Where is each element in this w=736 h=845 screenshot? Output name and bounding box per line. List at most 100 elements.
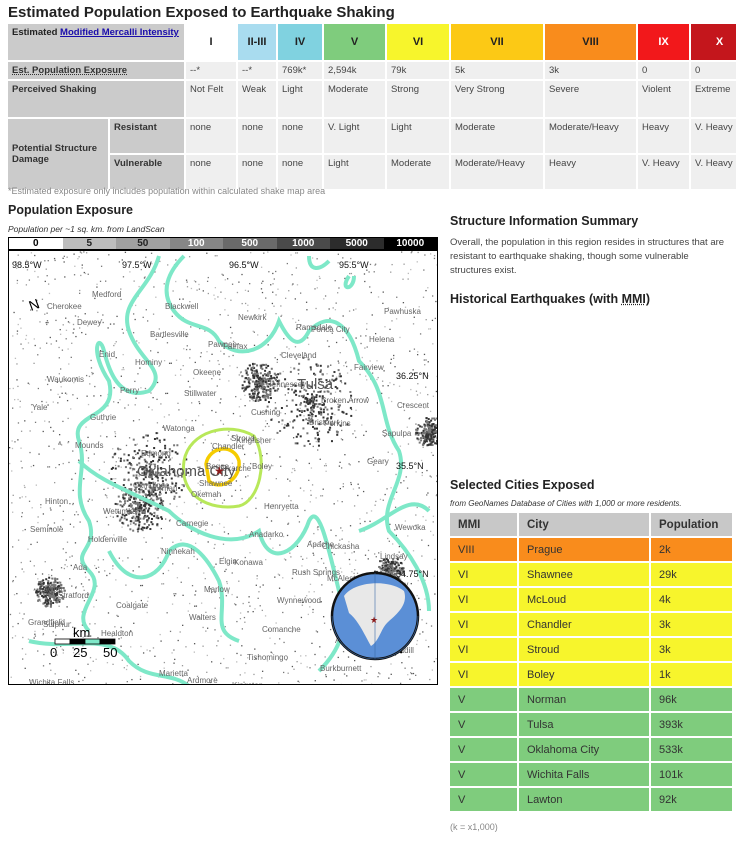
- city-city: Prague: [519, 538, 649, 561]
- selected-cities-heading: Selected Cities Exposed: [450, 478, 595, 492]
- map-city-label: Lawton: [39, 585, 65, 594]
- mmi-header-label: Estimated Modified Mercalli Intensity: [8, 24, 185, 60]
- map-city-label: Hinton: [45, 497, 68, 506]
- mmi-cell-resistant: Moderate: [451, 119, 544, 153]
- city-pop: 3k: [651, 638, 732, 661]
- cities-subtitle: from GeoNames Database of Cities with 1,…: [450, 499, 682, 508]
- mmi-cell-mmi: IX: [638, 24, 690, 60]
- map-city-label: Norman: [149, 484, 177, 493]
- legend-bin: 10000: [383, 238, 437, 249]
- map-city-label: Stillwater: [184, 389, 217, 398]
- map-city-label: Healdton: [101, 629, 133, 638]
- map-city-label: Mounds: [75, 441, 103, 450]
- city-pop: 1k: [651, 663, 732, 686]
- map-city-label: Boley: [252, 462, 272, 471]
- mmi-cell-shaking: Moderate: [324, 81, 386, 117]
- legend-bin: 5000: [330, 238, 384, 249]
- city-city: Tulsa: [519, 713, 649, 736]
- mmi-cell-vulnerable: Heavy: [545, 155, 637, 189]
- mmi-cell-exposure: 0: [691, 62, 736, 79]
- mmi-cell-exposure: --*: [238, 62, 277, 79]
- city-pop: 101k: [651, 763, 732, 786]
- map-city-label: Ada: [73, 563, 88, 572]
- map-city-label: Okeene: [193, 368, 222, 377]
- population-exposure-heading: Population Exposure: [8, 203, 134, 217]
- city-city: Lawton: [519, 788, 649, 811]
- map-city-label: Waukomis: [47, 375, 84, 384]
- mmi-cell-vulnerable: V. Heavy: [691, 155, 736, 189]
- mmi-cell-vulnerable: none: [278, 155, 323, 189]
- mmi-cell-exposure: --*: [186, 62, 237, 79]
- city-city: Boley: [519, 663, 649, 686]
- city-pop: 96k: [651, 688, 732, 711]
- latitude-label: 35.5°N: [396, 461, 424, 471]
- city-pop: 4k: [651, 588, 732, 611]
- map-city-label: Apache: [307, 540, 335, 549]
- map-city-label: Broken Arrow: [321, 396, 369, 405]
- page-title: Estimated Population Exposed to Earthqua…: [8, 4, 395, 21]
- map-city-label: Edmond: [141, 449, 171, 458]
- globe-inset: ★: [330, 571, 420, 661]
- legend-bin: 1000: [276, 238, 330, 249]
- mmi-cell-mmi: II-III: [238, 24, 277, 60]
- map-city-label: Ninnekah: [161, 547, 195, 556]
- city-pop: 393k: [651, 713, 732, 736]
- latitude-label: 34.75°N: [396, 569, 429, 579]
- city-mmi: V: [450, 738, 517, 761]
- col-header-mmi: MMI: [450, 513, 517, 536]
- mmi-cell-resistant: Light: [387, 119, 450, 153]
- mmi-cell-exposure: 2,594k: [324, 62, 386, 79]
- map-city-label: Henryetta: [264, 502, 299, 511]
- mmi-exposure-table: Estimated Modified Mercalli Intensity I II…: [6, 22, 736, 191]
- legend-bin: 0: [9, 238, 63, 249]
- mmi-cell-exposure: 769k*: [278, 62, 323, 79]
- map-city-label: Holdenville: [88, 535, 128, 544]
- city-city: Oklahoma City: [519, 738, 649, 761]
- north-arrow-icon: N: [27, 295, 42, 313]
- map-city-label: Shawnee: [199, 479, 233, 488]
- mmi-cell-resistant: V. Heavy: [691, 119, 736, 153]
- map-city-label: Konawa: [234, 558, 263, 567]
- city-row: V Oklahoma City 533k: [450, 738, 732, 761]
- legend-bin: 100: [169, 238, 223, 249]
- mmi-cell-resistant: none: [278, 119, 323, 153]
- mmi-cell-shaking: Not Felt: [186, 81, 237, 117]
- mmi-cell-mmi: V: [324, 24, 386, 60]
- mmi-cell-mmi: VIII: [545, 24, 637, 60]
- modified-mercalli-link[interactable]: Modified Mercalli Intensity: [60, 27, 179, 38]
- map-city-label: Perry: [120, 386, 139, 395]
- col-header-city: City: [519, 513, 649, 536]
- mmi-cell-exposure: 3k: [545, 62, 637, 79]
- mmi-cell-mmi: X: [691, 24, 736, 60]
- city-mmi: VI: [450, 638, 517, 661]
- map-city-label: Kingston: [232, 681, 263, 685]
- map-city-label: Fairview: [354, 363, 384, 372]
- scale-tick: 25: [73, 645, 87, 660]
- map-city-label: Grandfield: [28, 618, 65, 627]
- mmi-cell-vulnerable: V. Heavy: [638, 155, 690, 189]
- mmi-cell-resistant: none: [238, 119, 277, 153]
- map-city-label: Bristow: [309, 418, 335, 427]
- scale-tick: 0: [50, 645, 57, 660]
- mmi-cell-vulnerable: none: [238, 155, 277, 189]
- city-mmi: VI: [450, 663, 517, 686]
- row-label-resistant: Resistant: [110, 119, 185, 153]
- mmi-cell-shaking: Violent: [638, 81, 690, 117]
- map-city-label: Cherokee: [47, 302, 82, 311]
- map-city-label: Cleveland: [281, 351, 317, 360]
- city-row: VI Shawnee 29k: [450, 563, 732, 586]
- mmi-cell-mmi: I: [186, 24, 237, 60]
- mmi-cell-shaking: Weak: [238, 81, 277, 117]
- longitude-label: 95.5°W: [339, 260, 369, 270]
- row-label-shaking: Perceived Shaking: [8, 81, 185, 117]
- map-city-label: Coalgate: [116, 601, 149, 610]
- selected-cities-table: MMI City Population VIII Prague 2k VI Shawnee 2…: [448, 511, 734, 813]
- mmi-cell-exposure: 5k: [451, 62, 544, 79]
- map-city-label: Wichita Falls: [29, 678, 74, 685]
- city-city: McLoud: [519, 588, 649, 611]
- mmi-cell-exposure: 79k: [387, 62, 450, 79]
- latitude-label: 36.25°N: [396, 371, 429, 381]
- city-city: Shawnee: [519, 563, 649, 586]
- city-mmi: VI: [450, 563, 517, 586]
- map-city-label: Blackwell: [165, 302, 199, 311]
